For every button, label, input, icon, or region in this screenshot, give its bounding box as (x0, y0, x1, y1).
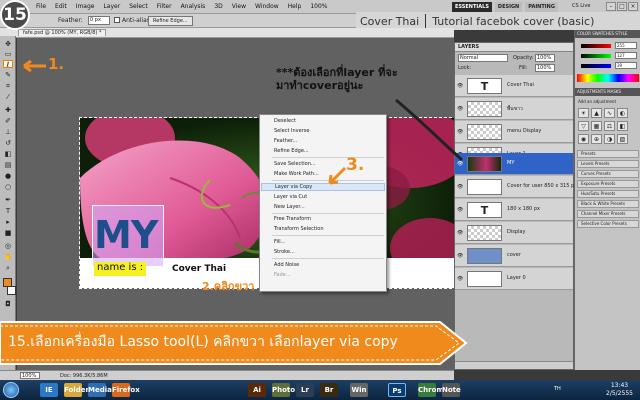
step-1-annotation: 1. (48, 55, 65, 73)
taskbar-app-icon[interactable]: Chrome (418, 383, 448, 397)
zoom-input[interactable]: 100% (20, 372, 40, 379)
step-2-annotation: 2.คลิกขวา (202, 280, 255, 293)
step-3-annotation: 3. (346, 155, 365, 175)
clock-time: 13:43 (610, 382, 629, 389)
windows-taskbar: IE Folder Media Firefox Ai Photo Lr Br W… (0, 380, 640, 400)
taskbar-app-icon[interactable]: Ps (388, 383, 406, 397)
taskbar-app-icon[interactable]: Media (88, 383, 112, 397)
clock-date: 2/5/2555 (606, 390, 633, 397)
taskbar-app-icon[interactable]: Firefox (112, 383, 140, 397)
step-number-badge: 15 (0, 0, 30, 30)
layer-selection-note: ***ต้องเลือกที่layer ที่จะ มาทำcoverอยู่… (276, 66, 456, 92)
language-indicator[interactable]: TH (554, 386, 561, 392)
taskbar-app-icon[interactable]: Folder (64, 383, 89, 397)
instruction-banner-text: 15.เลือกเครื่องมือ Lasso tool(L) คลิกขวา… (8, 334, 398, 350)
document-size-info: Doc: 996.3K/5.86M (60, 373, 108, 379)
taskbar-app-icon[interactable]: IE (40, 383, 58, 397)
taskbar-app-icon[interactable]: Note (442, 383, 461, 397)
taskbar-app-icon[interactable]: Photo (272, 383, 295, 397)
taskbar-app-icon[interactable]: Ai (248, 383, 266, 397)
taskbar-app-icon[interactable]: Br (320, 383, 338, 397)
system-clock[interactable]: 13:43 2/5/2555 (606, 382, 633, 398)
taskbar-app-icon[interactable]: Lr (296, 383, 314, 397)
note-line-1: ***ต้องเลือกที่layer ที่จะ (276, 66, 398, 79)
taskbar-app-icon[interactable]: Win (350, 383, 368, 397)
start-button[interactable] (3, 382, 19, 398)
status-bar: 100% Doc: 996.3K/5.86M (0, 370, 454, 380)
note-line-2: มาทำcoverอยู่นะ (276, 79, 364, 92)
